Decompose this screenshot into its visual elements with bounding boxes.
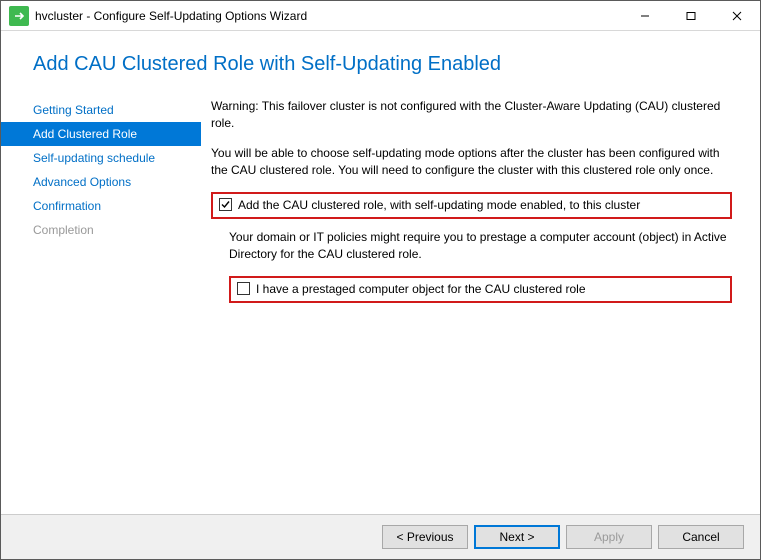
apply-button: Apply [566, 525, 652, 549]
window-controls [622, 1, 760, 30]
step-self-updating-schedule[interactable]: Self-updating schedule [1, 146, 201, 170]
warning-text: Warning: This failover cluster is not co… [211, 98, 732, 133]
content-area: Add CAU Clustered Role with Self-Updatin… [1, 31, 760, 559]
step-getting-started[interactable]: Getting Started [1, 98, 201, 122]
window-title: hvcluster - Configure Self-Updating Opti… [35, 9, 622, 23]
page-title: Add CAU Clustered Role with Self-Updatin… [33, 53, 760, 76]
step-completion: Completion [1, 218, 201, 242]
step-confirmation[interactable]: Confirmation [1, 194, 201, 218]
maximize-button[interactable] [668, 1, 714, 30]
previous-button[interactable]: < Previous [382, 525, 468, 549]
step-add-clustered-role[interactable]: Add Clustered Role [1, 122, 201, 146]
prestage-checkbox[interactable] [237, 282, 250, 295]
prestage-option: I have a prestaged computer object for t… [229, 276, 732, 303]
wizard-steps: Getting Started Add Clustered Role Self-… [1, 84, 201, 514]
add-role-option: Add the CAU clustered role, with self-up… [211, 192, 732, 219]
app-icon [9, 6, 29, 26]
minimize-button[interactable] [622, 1, 668, 30]
prestage-label: I have a prestaged computer object for t… [256, 281, 586, 298]
body: Getting Started Add Clustered Role Self-… [1, 84, 760, 514]
footer: < Previous Next > Apply Cancel [1, 514, 760, 559]
main-panel: Warning: This failover cluster is not co… [201, 84, 740, 514]
description-text: You will be able to choose self-updating… [211, 145, 732, 180]
next-button[interactable]: Next > [474, 525, 560, 549]
add-role-label: Add the CAU clustered role, with self-up… [238, 197, 640, 214]
prestage-description: Your domain or IT policies might require… [229, 229, 732, 264]
close-button[interactable] [714, 1, 760, 30]
titlebar: hvcluster - Configure Self-Updating Opti… [1, 1, 760, 31]
add-role-checkbox[interactable] [219, 198, 232, 211]
step-advanced-options[interactable]: Advanced Options [1, 170, 201, 194]
wizard-window: hvcluster - Configure Self-Updating Opti… [0, 0, 761, 560]
cancel-button[interactable]: Cancel [658, 525, 744, 549]
